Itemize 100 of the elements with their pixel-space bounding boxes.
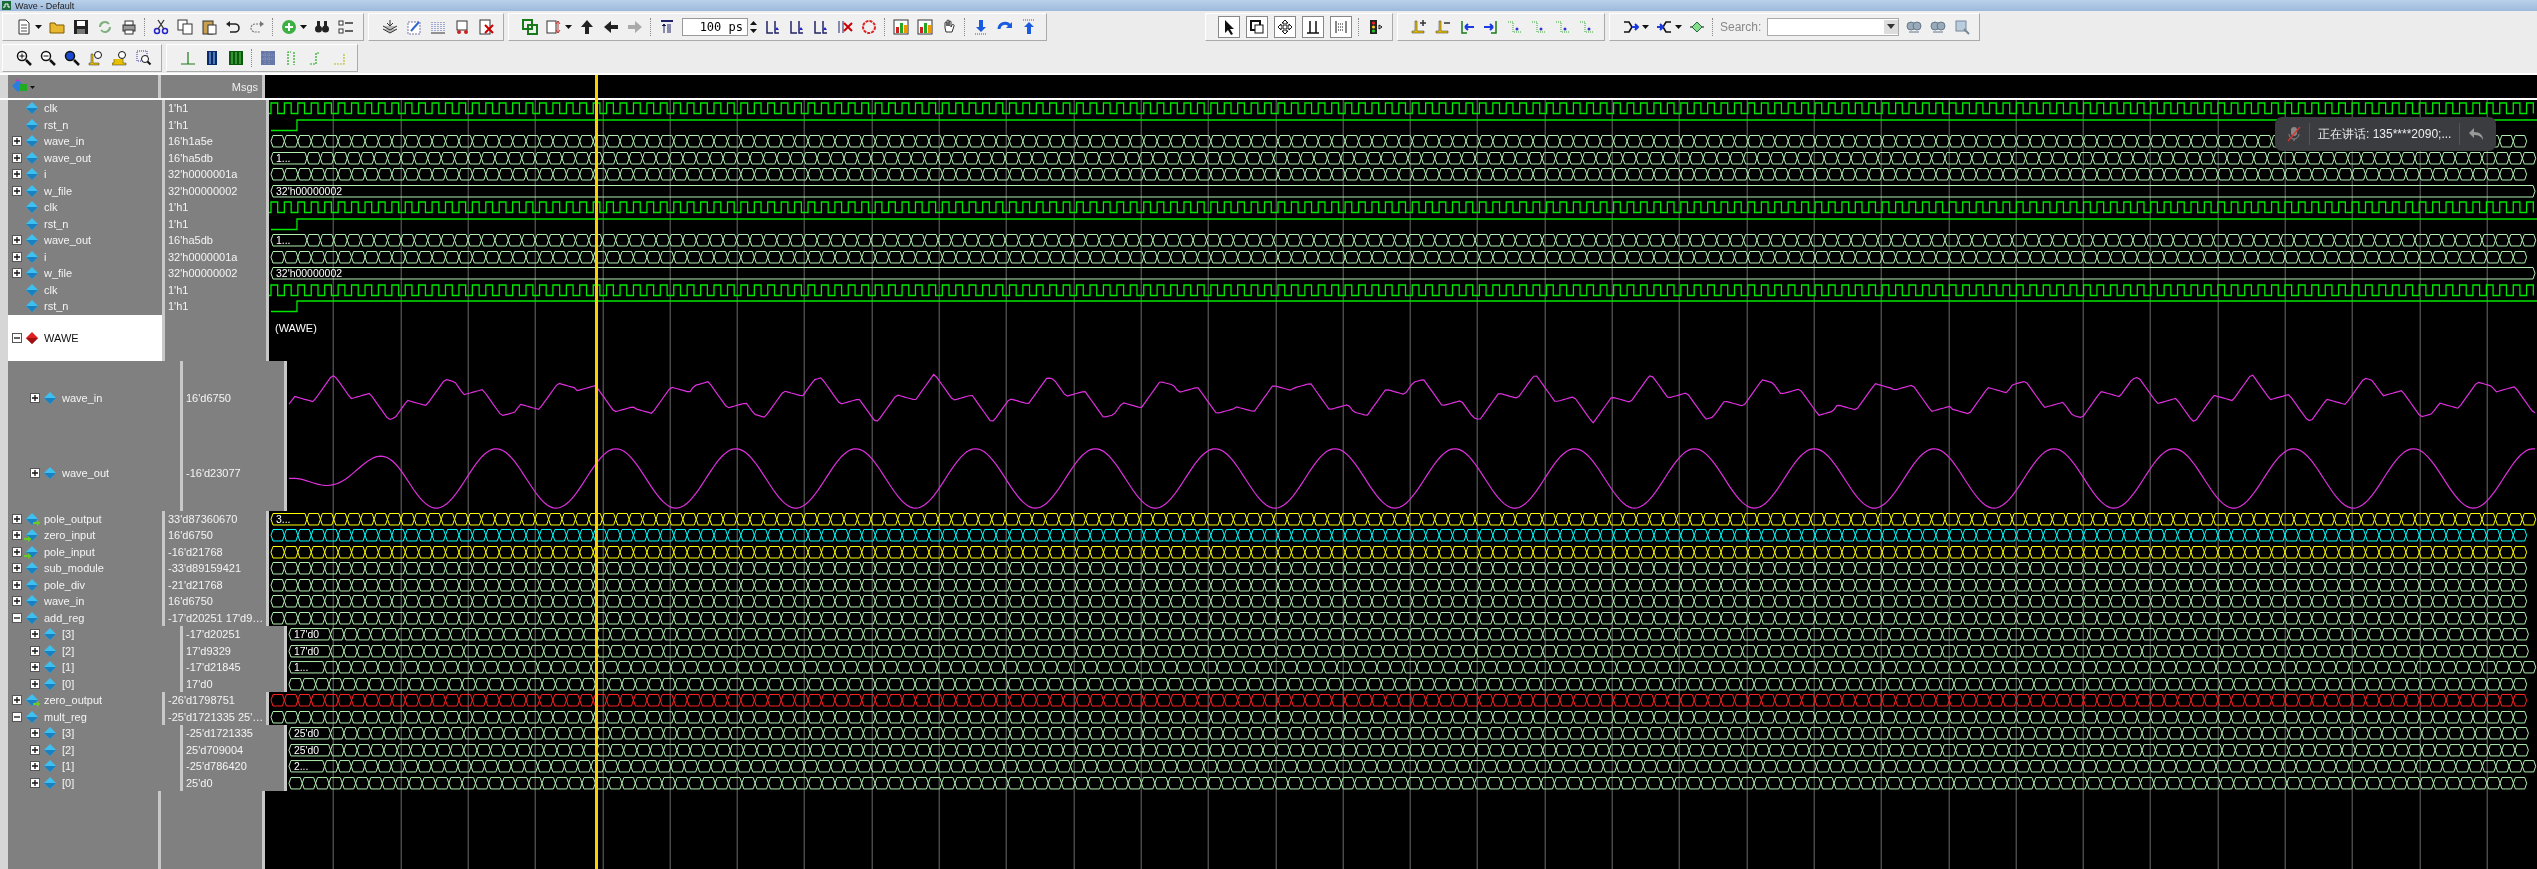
delete-page-icon[interactable] — [477, 17, 495, 36]
signal-name: [3] — [62, 727, 75, 740]
signal-value: 32'h00000002 — [168, 267, 238, 280]
stack-download-icon[interactable] — [381, 17, 399, 36]
name-cell[interactable]: zero_input — [0, 527, 165, 544]
scissors-icon[interactable] — [152, 17, 170, 36]
name-cell[interactable]: zero_output — [0, 692, 165, 709]
signal-name: [1] — [62, 661, 75, 674]
signal-icon — [24, 266, 41, 281]
name-cell[interactable]: [1] — [0, 659, 183, 676]
expand-toggle[interactable] — [12, 136, 22, 147]
cursor-zoom-icon[interactable] — [111, 48, 129, 67]
expand-toggle[interactable] — [30, 662, 40, 673]
list-icon[interactable] — [337, 17, 355, 36]
collapse-toggle[interactable] — [12, 612, 22, 623]
signal-icon — [24, 282, 41, 297]
expand-toggle[interactable] — [12, 235, 22, 246]
name-cell[interactable]: sub_module — [0, 560, 165, 577]
reply-icon[interactable] — [2468, 127, 2485, 141]
name-cell[interactable]: w_file — [0, 265, 165, 282]
name-cell[interactable]: wave_in — [0, 360, 183, 436]
expand-toggle[interactable] — [12, 579, 22, 590]
caret-icon[interactable] — [300, 24, 307, 29]
expand-toggle[interactable] — [12, 563, 22, 574]
expand-toggle[interactable] — [12, 268, 22, 279]
expand-toggle[interactable] — [12, 513, 22, 524]
expand-toggle[interactable] — [12, 152, 22, 163]
collapse-toggle[interactable] — [12, 711, 22, 722]
collapse-toggle[interactable] — [12, 332, 22, 343]
zoom-out-icon[interactable] — [39, 48, 57, 67]
dashed-circle-icon[interactable] — [860, 17, 878, 36]
find-icon[interactable] — [1953, 17, 1972, 36]
pointer-icon[interactable] — [1218, 15, 1240, 38]
bus-value: 17'd0 — [293, 629, 319, 640]
zoom-in-icon[interactable] — [15, 48, 33, 67]
signal-value: 1'h1 — [168, 201, 189, 214]
name-cell[interactable]: clk — [0, 199, 165, 216]
name-cell[interactable]: [3] — [0, 725, 183, 742]
expand-toggle[interactable] — [30, 761, 40, 772]
link-icon[interactable] — [521, 17, 539, 36]
caret-icon[interactable] — [1884, 19, 1899, 34]
signal-name: [3] — [62, 628, 75, 641]
expand-toggle[interactable] — [12, 251, 22, 262]
signal-icon — [42, 391, 59, 405]
signal-name: rst_n — [44, 217, 69, 230]
signal-value: 16'd6750 — [168, 595, 213, 608]
search-field[interactable] — [1767, 17, 1900, 36]
grid-pattern-icon[interactable] — [259, 48, 277, 67]
filled-wave-icon[interactable] — [227, 48, 245, 67]
expand-toggle[interactable] — [12, 530, 22, 541]
top-bar-icon[interactable] — [658, 17, 676, 36]
expand-toggle[interactable] — [30, 744, 40, 755]
caret-icon[interactable] — [1642, 24, 1649, 29]
expand-toggle[interactable] — [30, 645, 40, 656]
name-cell[interactable]: i — [0, 166, 165, 183]
expand-toggle[interactable] — [30, 468, 40, 478]
two-bars-icon[interactable] — [1302, 15, 1324, 38]
paste-icon[interactable] — [200, 17, 218, 36]
signal-value: 1'h1 — [168, 102, 189, 115]
move-icon[interactable] — [1274, 15, 1296, 38]
name-cell[interactable]: WAWE — [0, 314, 165, 361]
bar-chart-icon[interactable] — [916, 17, 934, 36]
signal-icon — [42, 660, 59, 675]
expand-toggle[interactable] — [30, 728, 40, 739]
cart-icon[interactable] — [453, 17, 471, 36]
remove-cursor-icon[interactable] — [1434, 17, 1452, 36]
name-cell[interactable]: [1] — [0, 758, 183, 775]
caret-icon[interactable] — [35, 24, 42, 29]
expand-toggle[interactable] — [12, 169, 22, 180]
caret-icon[interactable] — [1675, 24, 1682, 29]
name-cell[interactable]: wave_in — [0, 593, 165, 610]
expand-toggle[interactable] — [30, 678, 40, 689]
add-cursor-icon[interactable] — [1410, 17, 1428, 36]
name-cell[interactable]: rst_n — [0, 298, 165, 315]
expand-toggle[interactable] — [30, 777, 40, 788]
name-cell[interactable]: wave_out — [0, 232, 165, 249]
name-cell[interactable]: clk — [0, 100, 165, 117]
zoom-box-icon[interactable] — [1246, 15, 1268, 38]
name-cell[interactable]: [3] — [0, 626, 183, 643]
printer-icon[interactable] — [120, 17, 138, 36]
expand-toggle[interactable] — [30, 629, 40, 640]
expand-toggle[interactable] — [12, 185, 22, 196]
zoom-select-icon[interactable] — [135, 48, 153, 67]
bar-chart-icon[interactable] — [892, 17, 910, 36]
name-cell[interactable]: wave_in — [0, 133, 165, 150]
expand-toggle[interactable] — [12, 596, 22, 607]
zoom-full-icon[interactable] — [63, 48, 81, 67]
expand-toggle[interactable] — [30, 393, 40, 403]
cursor-zoom-icon[interactable] — [87, 48, 105, 67]
dotted-bars-icon[interactable] — [1330, 15, 1352, 38]
muted-microphone-icon[interactable] — [2287, 126, 2301, 142]
time-step-field[interactable]: 100 ps — [682, 17, 748, 36]
sort-icon[interactable] — [545, 17, 563, 36]
name-cell[interactable]: wave_out — [0, 435, 183, 511]
copy-icon[interactable] — [176, 17, 194, 36]
window-title: Wave - Default — [15, 0, 75, 11]
expand-toggle[interactable] — [12, 695, 22, 706]
signal-icon — [42, 775, 59, 790]
caret-icon[interactable] — [565, 24, 572, 29]
expand-toggle[interactable] — [12, 546, 22, 557]
